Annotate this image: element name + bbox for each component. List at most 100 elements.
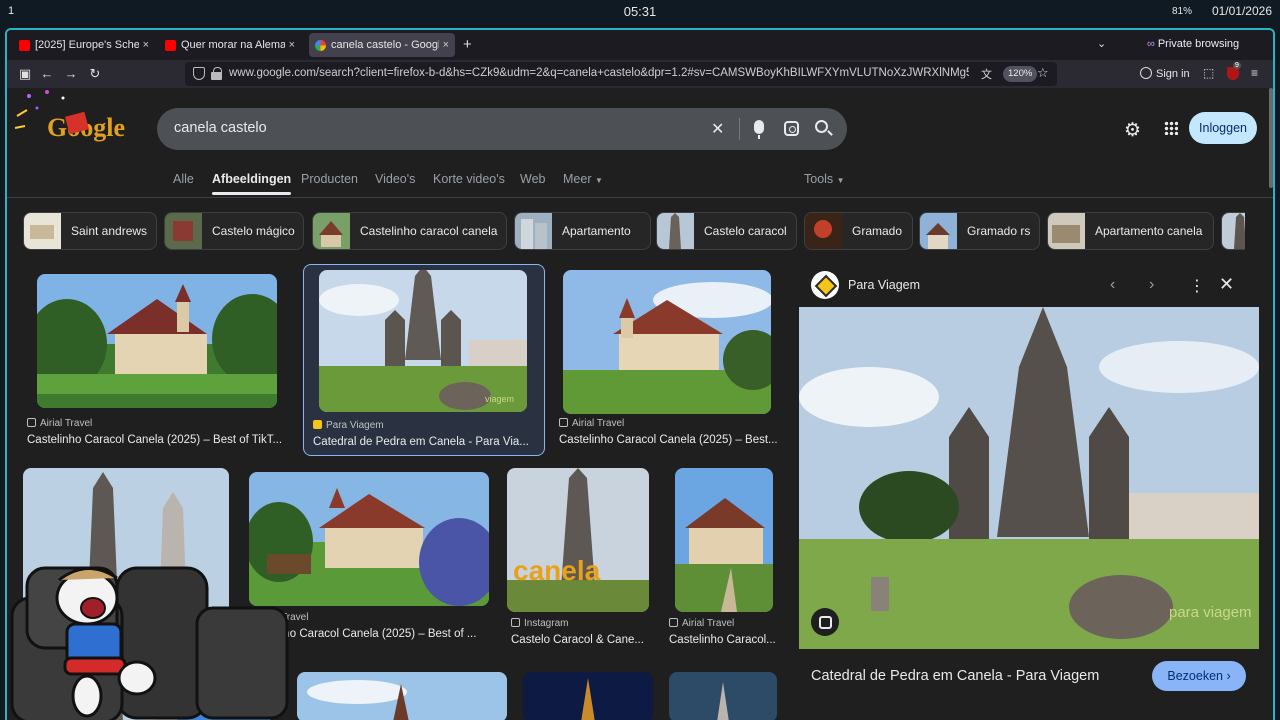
chip-castelinho-caracol-canela[interactable]: Castelinho caracol canela xyxy=(312,212,507,250)
scope-alle[interactable]: Alle xyxy=(173,172,194,186)
result-title[interactable]: Castelinho Caracol... xyxy=(669,634,781,646)
google-apps-icon[interactable] xyxy=(1164,121,1178,135)
result-card[interactable]: Airial Travel Castelinho Caracol... xyxy=(665,468,783,658)
panel-site-name[interactable]: Para Viagem xyxy=(848,278,920,292)
result-image[interactable] xyxy=(669,672,777,720)
result-source: Airial Travel xyxy=(27,418,92,429)
private-browsing-indicator: ∞ Private browsing xyxy=(1147,38,1239,50)
tools-button[interactable]: Tools ▼ xyxy=(804,172,845,186)
para-viagem-logo-icon xyxy=(811,271,839,299)
microphone-icon[interactable] xyxy=(754,120,764,139)
tracking-shield-icon[interactable] xyxy=(193,67,205,80)
result-image[interactable] xyxy=(523,672,653,720)
clear-icon[interactable]: ✕ xyxy=(711,119,724,139)
visit-button[interactable]: Bezoeken › xyxy=(1152,661,1246,691)
chip-gramado[interactable]: Gramado xyxy=(804,212,913,250)
search-divider xyxy=(739,118,740,140)
forward-icon[interactable]: → xyxy=(61,64,81,84)
result-title[interactable]: Castelinho Caracol Canela (2025) – Best … xyxy=(27,434,289,446)
chip-apartamento[interactable]: Apartamento xyxy=(514,212,651,250)
close-icon[interactable]: × xyxy=(143,39,149,51)
lock-icon[interactable] xyxy=(211,67,222,80)
chip-gramado-rs[interactable]: Gramado rs xyxy=(919,212,1040,250)
preview-image[interactable]: para viagem xyxy=(799,307,1259,649)
screen: 1 05:31 81% 01/01/2026 [2025] Europe's S… xyxy=(0,0,1280,720)
scope-web[interactable]: Web xyxy=(520,172,545,186)
scope-afbeeldingen[interactable]: Afbeeldingen xyxy=(212,172,292,195)
panel-image-title[interactable]: Catedral de Pedra em Canela - Para Viage… xyxy=(811,668,1099,684)
result-title[interactable]: Castelo Caracol & Cane... xyxy=(511,634,651,646)
next-icon[interactable]: › xyxy=(1149,276,1154,294)
tab-schengen[interactable]: [2025] Europe's Scheng × xyxy=(13,33,155,57)
search-query[interactable]: canela castelo xyxy=(174,120,267,136)
result-card[interactable]: Airial Travel Castelinho Caracol Canela … xyxy=(555,266,783,452)
chip-label: Gramado xyxy=(852,224,903,238)
image-watermark: para viagem xyxy=(1169,604,1252,621)
result-card[interactable]: canela Instagram Castelo Caracol & Cane.… xyxy=(507,468,653,658)
scope-producten[interactable]: Producten xyxy=(301,172,358,186)
close-icon[interactable]: × xyxy=(289,39,295,51)
site-favicon-icon xyxy=(559,418,568,427)
ublock-icon[interactable]: 9 xyxy=(1227,62,1241,80)
lens-icon[interactable] xyxy=(784,121,799,136)
sign-in-button[interactable]: Sign in xyxy=(1140,67,1190,80)
tab-alemanha[interactable]: Quer morar na Alemanh × xyxy=(159,33,301,57)
bookmark-star-icon[interactable]: ☆ xyxy=(1037,65,1049,81)
result-image[interactable] xyxy=(563,270,771,414)
result-image[interactable]: viagem xyxy=(319,270,527,412)
back-icon[interactable]: ← xyxy=(37,64,57,84)
site-favicon-icon xyxy=(669,618,678,627)
settings-gear-icon[interactable]: ⚙ xyxy=(1124,119,1141,142)
source-name: Airial Travel xyxy=(682,618,735,629)
search-box[interactable]: canela castelo ✕ xyxy=(157,108,847,150)
chip-thumbnail xyxy=(515,213,552,249)
result-image[interactable] xyxy=(297,672,507,720)
result-title[interactable]: Catedral de Pedra em Canela - Para Via..… xyxy=(313,436,539,448)
scope-videos[interactable]: Video's xyxy=(375,172,415,186)
scope-meer[interactable]: Meer ▼ xyxy=(563,172,603,186)
scope-korte-videos[interactable]: Korte video's xyxy=(433,172,505,186)
date: 01/01/2026 xyxy=(1211,4,1272,18)
site-favicon-icon xyxy=(27,418,36,427)
translate-icon[interactable]: 文 xyxy=(981,66,992,82)
chip-apartamento-canela[interactable]: Apartamento canela xyxy=(1047,212,1214,250)
reload-icon[interactable]: ↻ xyxy=(85,64,105,84)
list-tabs-button[interactable]: ⌄ xyxy=(1097,37,1106,50)
chip-thumbnail xyxy=(165,213,202,249)
chip-more[interactable] xyxy=(1221,212,1245,250)
result-image[interactable] xyxy=(675,468,773,612)
zoom-level[interactable]: 120% xyxy=(1003,66,1038,82)
scrollbar-thumb[interactable] xyxy=(1269,88,1273,188)
google-doodle-logo[interactable]: Google xyxy=(7,88,137,148)
google-icon xyxy=(315,39,326,51)
address-bar[interactable]: www.google.com/search?client=firefox-b-d… xyxy=(185,62,1057,86)
chip-thumbnail xyxy=(1222,213,1245,249)
previous-icon[interactable]: ‹ xyxy=(1110,276,1115,294)
sidebar-icon[interactable]: ▣ xyxy=(15,64,35,84)
login-button[interactable]: Inloggen xyxy=(1189,112,1257,144)
search-icon[interactable] xyxy=(815,120,828,133)
result-card[interactable]: Airial Travel Castelinho Caracol Canela … xyxy=(23,266,293,452)
url-text[interactable]: www.google.com/search?client=firefox-b-d… xyxy=(229,67,969,79)
chip-thumbnail xyxy=(24,213,61,249)
chip-castelo-caracol[interactable]: Castelo caracol xyxy=(656,212,797,250)
extensions-icon[interactable]: ⬚ xyxy=(1203,66,1214,80)
chip-castelo-magico[interactable]: Castelo mágico xyxy=(164,212,304,250)
close-icon[interactable]: ✕ xyxy=(1219,274,1234,295)
lens-icon[interactable] xyxy=(811,608,839,636)
tab-google-search[interactable]: canela castelo - Google × xyxy=(309,33,455,57)
youtube-icon xyxy=(19,39,30,51)
result-card-selected[interactable]: viagem Para Viagem Catedral de Pedra em … xyxy=(303,264,545,456)
close-icon[interactable]: × xyxy=(443,39,449,51)
chip-saint-andrews[interactable]: Saint andrews xyxy=(23,212,157,250)
navigation-bar: ▣ ← → ↻ www.google.com/search?client=fir… xyxy=(7,60,1273,88)
instagram-icon xyxy=(511,618,520,627)
more-options-icon[interactable]: ⋮ xyxy=(1189,276,1205,296)
result-title[interactable]: Castelinho Caracol Canela (2025) – Best.… xyxy=(559,434,781,446)
result-title[interactable]: nho Caracol Canela (2025) – Best of ... xyxy=(277,628,491,640)
menu-icon[interactable]: ≡ xyxy=(1251,66,1258,80)
result-image[interactable]: canela xyxy=(507,468,649,612)
new-tab-button[interactable]: + xyxy=(463,36,472,53)
chip-label: Apartamento xyxy=(562,224,631,238)
result-image[interactable] xyxy=(37,274,277,408)
